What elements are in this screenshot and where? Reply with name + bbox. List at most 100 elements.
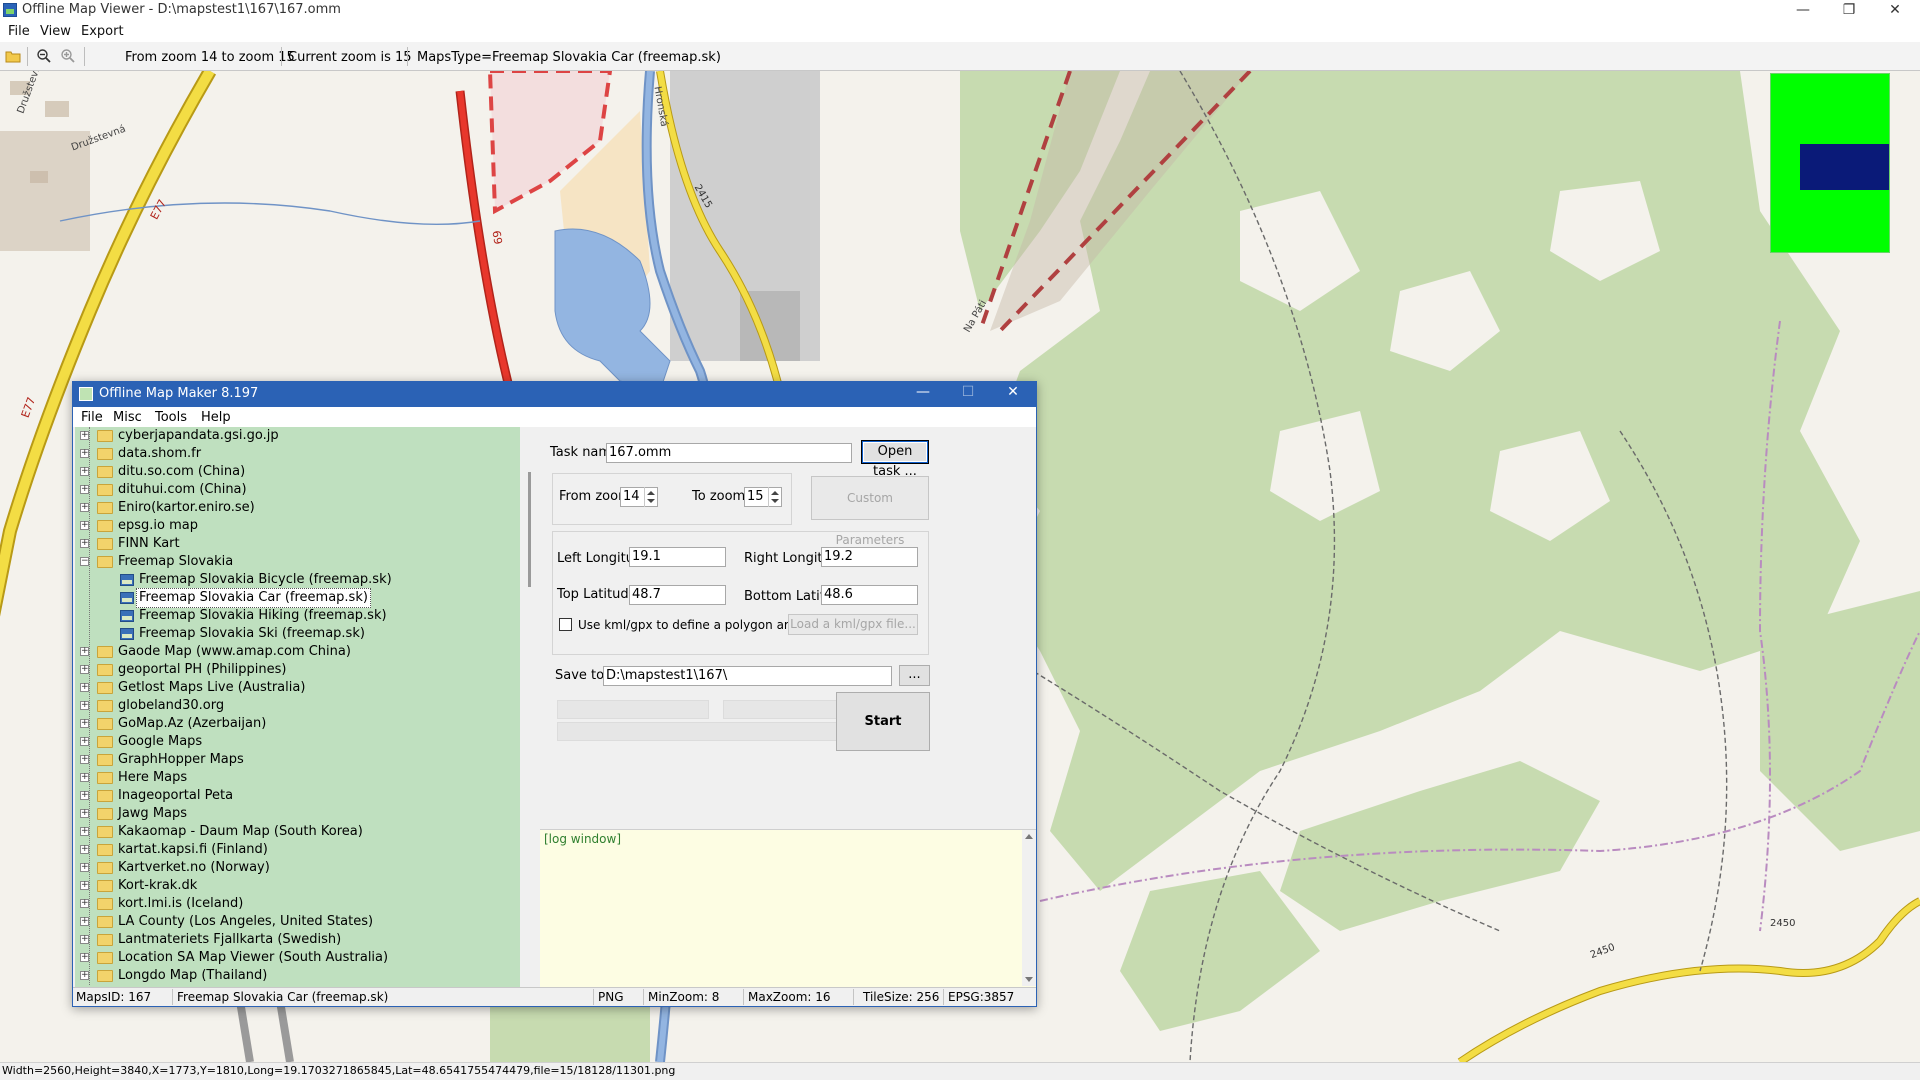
tree-map-item[interactable]: Freemap Slovakia Bicycle (freemap.sk) (75, 571, 515, 589)
tree-folder-item[interactable]: + Gaode Map (www.amap.com China) (75, 643, 515, 661)
expand-icon[interactable]: + (80, 521, 89, 530)
left-longitude-input[interactable]: 19.1 (629, 547, 726, 567)
toolbar-separator (281, 47, 282, 66)
tree-folder-item[interactable]: + Lantmateriets Fjallkarta (Swedish) (75, 931, 515, 949)
tree-folder-item[interactable]: + FINN Kart (75, 535, 515, 553)
expand-icon[interactable]: + (80, 827, 89, 836)
expand-icon[interactable]: + (80, 755, 89, 764)
tree-folder-item[interactable]: + geoportal PH (Philippines) (75, 661, 515, 679)
tree-folder-item[interactable]: + ditu.so.com (China) (75, 463, 515, 481)
menu-export[interactable]: Export (81, 24, 124, 39)
minimap-viewport[interactable] (1800, 144, 1889, 190)
tree-scrollbar-thumb[interactable] (528, 472, 531, 587)
tree-folder-item[interactable]: + Google Maps (75, 733, 515, 751)
map-source-tree[interactable]: + cyberjapandata.gsi.go.jp + data.shom.fr + d… (75, 427, 520, 987)
tree-folder-item[interactable]: + data.shom.fr (75, 445, 515, 463)
app-icon (3, 3, 17, 17)
expand-icon[interactable]: + (80, 953, 89, 962)
tree-map-item[interactable]: Freemap Slovakia Ski (freemap.sk) (75, 625, 515, 643)
expand-icon[interactable]: + (80, 683, 89, 692)
dialog-menu-help[interactable]: Help (201, 410, 231, 425)
tree-map-item[interactable]: Freemap Slovakia Hiking (freemap.sk) (75, 607, 515, 625)
expand-icon[interactable]: + (80, 791, 89, 800)
scroll-down-icon[interactable] (1025, 977, 1033, 982)
expand-icon[interactable]: + (80, 971, 89, 980)
expand-icon[interactable]: + (80, 863, 89, 872)
expand-icon[interactable]: + (80, 737, 89, 746)
expand-icon[interactable]: + (80, 899, 89, 908)
tree-item-label: epsg.io map (118, 518, 198, 533)
tree-folder-item[interactable]: + Here Maps (75, 769, 515, 787)
tree-folder-item[interactable]: + Kort-krak.dk (75, 877, 515, 895)
tree-folder-item[interactable]: − Freemap Slovakia (75, 553, 515, 571)
tree-folder-item[interactable]: + Longdo Map (Thailand) (75, 967, 515, 985)
close-button[interactable]: ✕ (1872, 0, 1918, 22)
task-name-input[interactable]: 167.omm (606, 443, 852, 463)
tree-folder-item[interactable]: + globeland30.org (75, 697, 515, 715)
tree-folder-item[interactable]: + Inageoportal Peta (75, 787, 515, 805)
expand-icon[interactable]: + (80, 503, 89, 512)
tree-folder-item[interactable]: + Jawg Maps (75, 805, 515, 823)
top-latitude-input[interactable]: 48.7 (629, 585, 726, 605)
restore-button[interactable]: ❐ (1826, 0, 1872, 22)
tree-folder-item[interactable]: + Location SA Map Viewer (South Australia… (75, 949, 515, 967)
save-to-input[interactable]: D:\mapstest1\167\ (603, 666, 892, 686)
scroll-up-icon[interactable] (1025, 834, 1033, 839)
road-number-label: 2450 (1770, 918, 1796, 929)
expand-icon[interactable]: + (80, 539, 89, 548)
dialog-menu-file[interactable]: File (81, 410, 103, 425)
minimize-button[interactable]: — (1780, 0, 1826, 22)
start-button[interactable]: Start (836, 692, 930, 751)
log-window[interactable]: [log window] (540, 829, 1036, 987)
bottom-latitude-input[interactable]: 48.6 (821, 585, 918, 605)
tree-folder-item[interactable]: + Getlost Maps Live (Australia) (75, 679, 515, 697)
log-scrollbar[interactable] (1022, 830, 1036, 986)
tree-folder-item[interactable]: + LA County (Los Angeles, United States) (75, 913, 515, 931)
expand-icon[interactable]: + (80, 485, 89, 494)
expand-icon[interactable]: + (80, 701, 89, 710)
tree-folder-item[interactable]: + Kakaomap - Daum Map (South Korea) (75, 823, 515, 841)
dialog-minimize-button[interactable]: — (903, 384, 943, 400)
from-zoom-spinner[interactable] (644, 487, 658, 507)
expand-icon[interactable]: + (80, 845, 89, 854)
expand-icon[interactable]: + (80, 881, 89, 890)
browse-folder-button[interactable]: ... (899, 665, 930, 686)
right-longitude-input[interactable]: 19.2 (821, 547, 918, 567)
dialog-menu-tools[interactable]: Tools (155, 410, 187, 425)
expand-icon[interactable]: + (80, 647, 89, 656)
expand-icon[interactable]: + (80, 773, 89, 782)
tree-folder-item[interactable]: + cyberjapandata.gsi.go.jp (75, 427, 515, 445)
to-zoom-spinner[interactable] (768, 487, 782, 507)
dialog-close-button[interactable]: ✕ (993, 384, 1033, 400)
expand-icon[interactable]: + (80, 665, 89, 674)
menu-file[interactable]: File (8, 24, 30, 39)
expand-icon[interactable]: + (80, 467, 89, 476)
zoom-in-icon[interactable] (60, 48, 76, 64)
folder-icon (97, 790, 113, 802)
expand-icon[interactable]: + (80, 935, 89, 944)
menu-view[interactable]: View (40, 24, 71, 39)
tree-folder-item[interactable]: + Kartverket.no (Norway) (75, 859, 515, 877)
dialog-title-bar[interactable]: Offline Map Maker 8.197 — ☐ ✕ (73, 382, 1036, 407)
tree-folder-item[interactable]: + kort.lmi.is (Iceland) (75, 895, 515, 913)
expand-icon[interactable]: + (80, 449, 89, 458)
open-task-button[interactable]: Open task ... (862, 441, 928, 479)
overview-minimap[interactable] (1770, 73, 1890, 253)
kml-polygon-checkbox[interactable] (559, 618, 572, 631)
tree-map-item[interactable]: Freemap Slovakia Car (freemap.sk) (75, 588, 515, 608)
panel-splitter[interactable] (520, 427, 540, 987)
expand-icon[interactable]: + (80, 719, 89, 728)
tree-folder-item[interactable]: + Eniro(kartor.eniro.se) (75, 499, 515, 517)
open-folder-icon[interactable] (5, 48, 21, 64)
tree-folder-item[interactable]: + epsg.io map (75, 517, 515, 535)
expand-icon[interactable]: + (80, 917, 89, 926)
zoom-out-icon[interactable] (36, 48, 52, 64)
expand-icon[interactable]: + (80, 431, 89, 440)
tree-folder-item[interactable]: + dituhui.com (China) (75, 481, 515, 499)
collapse-icon[interactable]: − (80, 557, 89, 566)
tree-folder-item[interactable]: + GoMap.Az (Azerbaijan) (75, 715, 515, 733)
tree-folder-item[interactable]: + GraphHopper Maps (75, 751, 515, 769)
tree-folder-item[interactable]: + kartat.kapsi.fi (Finland) (75, 841, 515, 859)
dialog-menu-misc[interactable]: Misc (113, 410, 142, 425)
expand-icon[interactable]: + (80, 809, 89, 818)
